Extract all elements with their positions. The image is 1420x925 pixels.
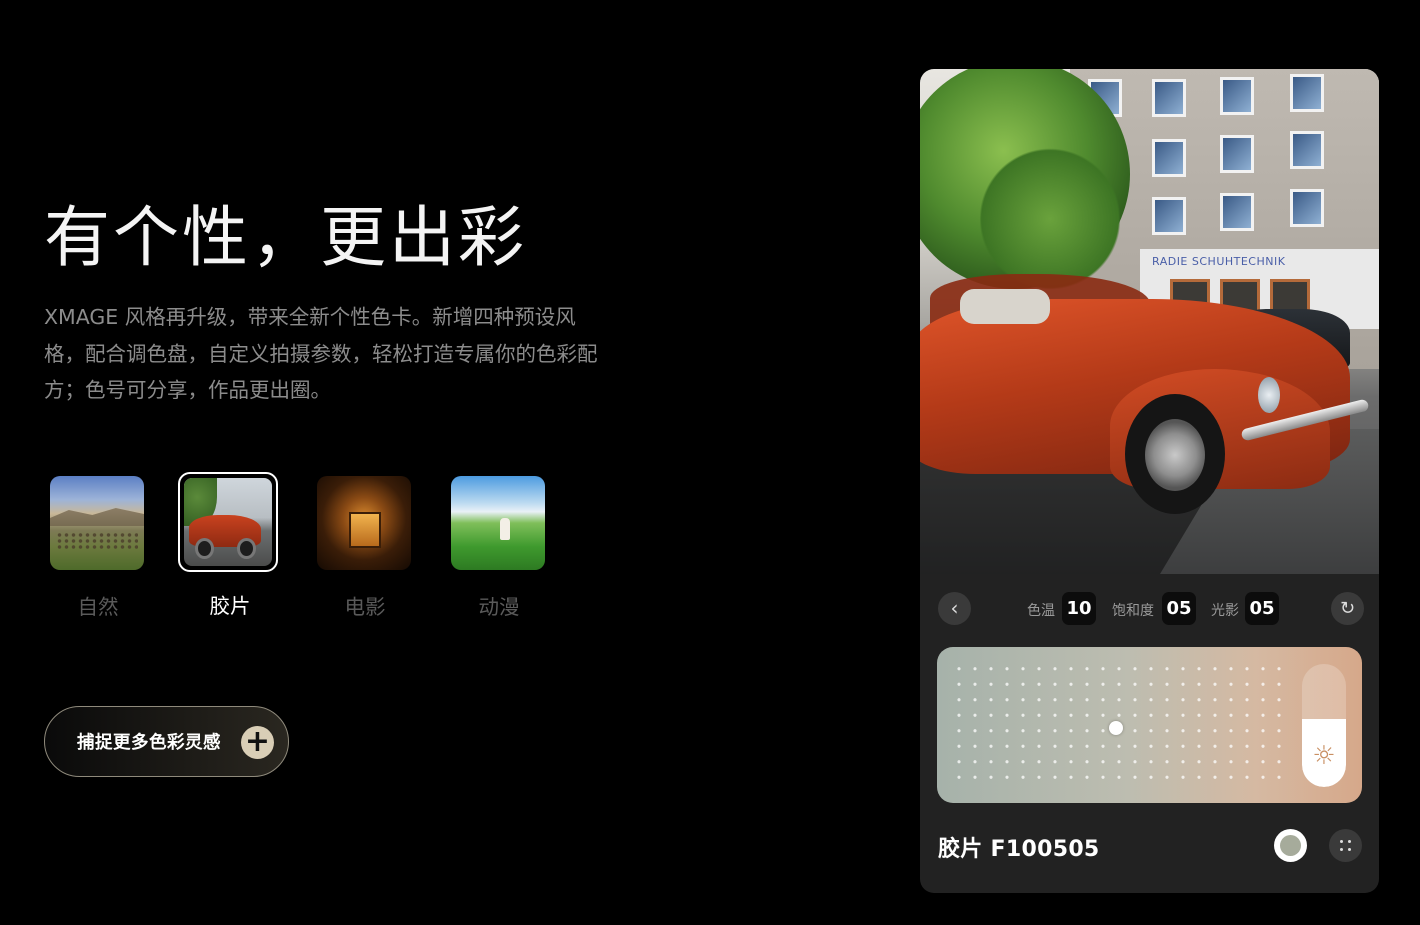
param-value-temperature[interactable]: 10 [1062,592,1096,625]
color-swatch-button[interactable] [1274,829,1307,862]
grid-dots-icon[interactable] [1329,829,1362,862]
page-title: 有个性，更出彩 [44,199,527,276]
cta-label: 捕捉更多色彩灵感 [77,733,221,753]
filter-option-film[interactable]: 胶片 [178,472,278,619]
param-value-saturation[interactable]: 05 [1162,592,1196,625]
plus-icon: + [241,726,274,759]
filter-thumbnail-nature[interactable] [50,476,144,570]
filter-option-nature[interactable]: 自然 [50,476,146,620]
filter-label: 胶片 [209,594,251,618]
sun-icon: ☼ [1312,741,1336,771]
filter-option-anime[interactable]: 动漫 [451,476,547,620]
more-inspiration-button[interactable]: 捕捉更多色彩灵感 + [44,706,289,777]
filter-label: 自然 [77,595,119,619]
filter-thumbnail-anime[interactable] [451,476,545,570]
adjustment-row: ‹ 色温 10 饱和度 05 光影 05 ↻ [920,589,1379,629]
preset-name: 胶片 F100505 [938,837,1100,862]
palette-picker-handle[interactable] [1109,721,1123,735]
preview-photo: RADIE SCHUHTECHNIK [920,69,1379,574]
color-palette[interactable]: ☼ [937,647,1362,803]
filter-thumbnail-film[interactable] [178,472,278,572]
color-editor-panel: RADIE SCHUHTECHNIK ‹ 色温 10 饱和度 05 光影 05 … [920,69,1379,893]
filter-option-movie[interactable]: 电影 [317,476,413,620]
param-label-saturation: 饱和度 [1112,603,1154,619]
param-label-light: 光影 [1211,603,1239,619]
chevron-left-icon[interactable]: ‹ [938,592,971,625]
filter-thumbnail-movie[interactable] [317,476,411,570]
filter-label: 电影 [344,595,386,619]
page-description: XMAGE 风格再升级，带来全新个性色卡。新增四种预设风格，配合调色盘，自定义拍… [44,305,598,402]
reset-icon[interactable]: ↻ [1331,592,1364,625]
filter-label: 动漫 [478,595,520,619]
param-value-light[interactable]: 05 [1245,592,1279,625]
color-swatch [1280,835,1301,856]
param-label-temperature: 色温 [1027,603,1055,619]
shop-sign-text: RADIE SCHUHTECHNIK [1152,255,1286,268]
brightness-slider[interactable]: ☼ [1302,664,1346,787]
